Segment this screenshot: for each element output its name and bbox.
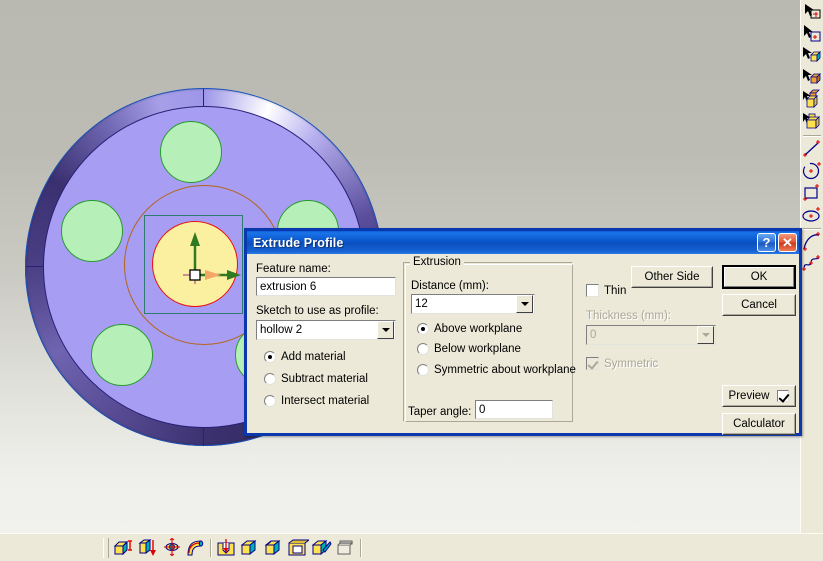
feature-name-value: extrusion 6 [260,281,317,293]
radio-below-workplane-indicator[interactable] [417,343,429,355]
sketch-ellipse-icon[interactable] [801,204,823,226]
select-face-icon[interactable] [801,45,823,67]
toolbar-separator [358,538,364,558]
ok-button-label: OK [750,271,768,283]
dialog-body: Feature name: extrusion 6 Sketch to use … [247,254,799,435]
sketch-profile-label-text: Sketch to use as profile: [256,305,379,317]
thin-checkbox[interactable]: Thin [586,284,626,297]
help-button[interactable]: ? [757,233,776,252]
chevron-down-icon [697,326,714,344]
feature-name-input[interactable]: extrusion 6 [256,277,396,296]
radio-below-workplane[interactable]: Below workplane [417,343,521,355]
rim-tick-top [203,89,204,107]
titlebar-buttons[interactable]: ? ✕ [757,233,797,252]
thickness-dropdown: 0 [586,325,716,345]
sketch-circle-icon[interactable] [801,160,823,182]
select-assembly-icon[interactable] [801,111,823,133]
thickness-value: 0 [590,329,597,341]
draft-icon[interactable] [310,536,334,560]
feature-name-label-text: Feature name: [256,263,331,275]
bolt-hole [61,200,123,262]
loft-profile-icon[interactable] [184,536,208,560]
other-side-button[interactable]: Other Side [631,266,713,288]
taper-angle-value: 0 [479,404,486,416]
extrude-profile-icon[interactable] [112,536,136,560]
symmetric-checkbox-indicator [586,357,599,370]
cancel-button-label: Cancel [741,299,777,311]
sketch-tools-toolbar[interactable] [800,0,823,533]
other-side-button-label: Other Side [644,271,700,283]
sketch-rectangle-icon[interactable] [801,182,823,204]
radio-intersect-material-label: Intersect material [281,395,370,407]
sketch-spline-icon[interactable] [801,253,823,275]
feature-name-label: Feature name: [256,263,331,275]
hole-feature-icon[interactable] [214,536,238,560]
select-workplane-icon[interactable] [801,1,823,23]
shell-icon[interactable] [286,536,310,560]
chevron-down-icon[interactable] [516,295,533,313]
rim-tick-bottom [203,428,204,446]
radio-symmetric-about-workplane-label: Symmetric about workplane [434,364,576,376]
chamfer-icon[interactable] [238,536,262,560]
calculator-button-label: Calculator [733,418,785,430]
rim-tick-left [26,266,44,267]
preview-button[interactable]: Preview [722,385,796,407]
extrusion-group-title: Extrusion [410,256,464,268]
distance-label: Distance (mm): [411,280,489,292]
radio-above-workplane[interactable]: Above workplane [417,323,522,335]
radio-subtract-material-label: Subtract material [281,373,368,385]
radio-intersect-material[interactable]: Intersect material [264,395,369,407]
distance-value: 12 [415,298,428,310]
close-button[interactable]: ✕ [778,233,797,252]
dialog-title: Extrude Profile [253,235,344,250]
sketch-profile-value: hollow 2 [260,324,303,336]
radio-add-material-label: Add material [281,351,346,363]
thin-label: Thin [604,284,627,297]
symmetric-label: Symmetric [604,357,659,370]
radio-below-workplane-label: Below workplane [434,343,521,355]
radio-subtract-material-indicator[interactable] [264,373,276,385]
radio-above-workplane-indicator[interactable] [417,323,429,335]
sweep-profile-icon[interactable] [160,536,184,560]
taper-angle-label: Taper angle: [408,406,472,418]
sketch-arc-icon[interactable] [801,231,823,253]
bolt-hole [91,324,153,386]
fillet-icon[interactable] [262,536,286,560]
ok-button[interactable]: OK [722,265,796,289]
radio-subtract-material[interactable]: Subtract material [264,373,368,385]
toolbar-left-spacer [0,547,100,548]
radio-symmetric-about-workplane[interactable]: Symmetric about workplane [417,364,576,376]
symmetric-checkbox: Symmetric [586,357,658,370]
application-window: Extrude Profile ? ✕ Feature name: extrus… [0,0,823,561]
distance-dropdown[interactable]: 12 [411,294,535,314]
radio-add-material[interactable]: Add material [264,351,346,363]
bolt-hole [160,121,222,183]
taper-angle-input[interactable]: 0 [475,400,553,419]
sketch-line-icon[interactable] [801,138,823,160]
select-solid-icon[interactable] [801,67,823,89]
thin-checkbox-indicator[interactable] [586,284,599,297]
cancel-button[interactable]: Cancel [722,294,796,316]
sketch-profile-dropdown[interactable]: hollow 2 [256,320,396,340]
chevron-down-icon[interactable] [377,321,394,339]
select-feature-icon[interactable] [801,23,823,45]
radio-above-workplane-label: Above workplane [434,323,523,335]
extrude-profile-dialog[interactable]: Extrude Profile ? ✕ Feature name: extrus… [244,228,802,436]
dialog-titlebar[interactable]: Extrude Profile ? ✕ [247,231,799,254]
radio-add-material-indicator[interactable] [264,351,276,363]
feature-tools-toolbar[interactable] [0,533,823,561]
select-body-icon[interactable] [801,89,823,111]
preview-checkbox-indicator[interactable] [777,390,790,402]
radio-symmetric-about-workplane-indicator[interactable] [417,364,429,376]
preview-button-label: Preview [728,390,770,402]
revolve-profile-icon[interactable] [136,536,160,560]
calculator-button[interactable]: Calculator [722,413,796,435]
thickness-label: Thickness (mm): [586,310,671,322]
radio-intersect-material-indicator[interactable] [264,395,276,407]
toolbar-drag-handle[interactable] [103,537,109,558]
sketch-axis-triad [183,232,241,284]
sketch-profile-label: Sketch to use as profile: [256,305,379,317]
pattern-icon[interactable] [334,536,358,560]
